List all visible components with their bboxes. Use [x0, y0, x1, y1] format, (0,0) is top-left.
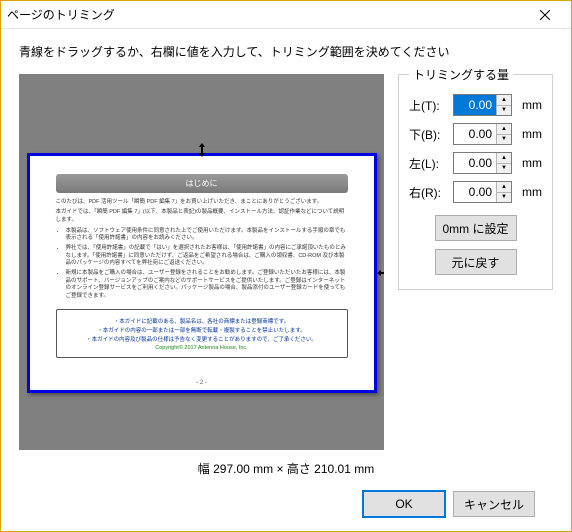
- page-bullet: 弊社では、「使用許諾書」の記載で「はい」を選択されたお客様は、「使用許諾書」の内…: [66, 245, 348, 268]
- field-row-right: 右(R): ▲ ▼ mm: [409, 181, 542, 203]
- right-spin-down[interactable]: ▼: [497, 192, 511, 203]
- cancel-button[interactable]: キャンセル: [453, 491, 535, 517]
- reset-button[interactable]: 元に戻す: [435, 249, 517, 275]
- top-spin-up[interactable]: ▲: [497, 95, 511, 105]
- bottom-input[interactable]: [454, 124, 496, 144]
- trim-amount-group: トリミングする量 上(T): ▲ ▼ mm 下(B): [398, 74, 553, 290]
- content-area: 青線をドラッグするか、右欄に値を入力して、トリミング範囲を決めてください はじめ…: [1, 29, 571, 531]
- right-spinner: ▲ ▼: [453, 181, 512, 203]
- instruction-text: 青線をドラッグするか、右欄に値を入力して、トリミング範囲を決めてください: [19, 43, 553, 60]
- field-row-left: 左(L): ▲ ▼ mm: [409, 152, 542, 174]
- page-number: - 2 -: [30, 380, 374, 386]
- left-spin-down[interactable]: ▼: [497, 163, 511, 174]
- field-row-bottom: 下(B): ▲ ▼ mm: [409, 123, 542, 145]
- ok-button[interactable]: OK: [363, 491, 445, 517]
- dialog-window: ページのトリミング 青線をドラッグするか、右欄に値を入力して、トリミング範囲を決…: [0, 0, 572, 532]
- unit-label: mm: [522, 185, 542, 199]
- unit-label: mm: [522, 98, 542, 112]
- dialog-footer: OK キャンセル: [19, 485, 553, 517]
- page-box-line: ・本ガイドに記載のある、製品名は、各社の商標または登録商標です。: [65, 317, 339, 325]
- right-input[interactable]: [454, 182, 496, 202]
- top-input[interactable]: [454, 95, 496, 115]
- top-spin-down[interactable]: ▼: [497, 105, 511, 116]
- unit-label: mm: [522, 127, 542, 141]
- trim-handle-right[interactable]: [376, 265, 385, 281]
- preview-page[interactable]: はじめに このたびは、PDF 活用ツール「瞬簡 PDF 編集 7」をお買い上げい…: [27, 153, 377, 393]
- bottom-spinner: ▲ ▼: [453, 123, 512, 145]
- right-spin-up[interactable]: ▲: [497, 182, 511, 192]
- set-zero-button[interactable]: 0mm に設定: [435, 215, 517, 241]
- page-paragraph: 本ガイドでは、「瞬簡 PDF 編集 7」(以下、本製品と表記)の製品概要、インス…: [56, 209, 348, 224]
- titlebar: ページのトリミング: [1, 1, 571, 29]
- left-label: 左(L):: [409, 155, 449, 172]
- page-copyright: Copyright© 2017 Antenna House, Inc.: [65, 345, 339, 351]
- page-bullet: 新規に本製品をご購入の場合は、ユーザー登録をされることをお勧めします。ご登録いた…: [66, 270, 348, 301]
- side-panel: トリミングする量 上(T): ▲ ▼ mm 下(B): [398, 74, 553, 450]
- left-spinner: ▲ ▼: [453, 152, 512, 174]
- window-title: ページのトリミング: [7, 6, 115, 23]
- left-input[interactable]: [454, 153, 496, 173]
- page-info-box: ・本ガイドに記載のある、製品名は、各社の商標または登録商標です。 ・本ガイドの内…: [56, 309, 348, 358]
- main-row: はじめに このたびは、PDF 活用ツール「瞬簡 PDF 編集 7」をお買い上げい…: [19, 74, 553, 450]
- page-paragraph: このたびは、PDF 活用ツール「瞬簡 PDF 編集 7」をお買い上げいただき、ま…: [56, 199, 348, 207]
- bottom-label: 下(B):: [409, 126, 449, 143]
- resize-horizontal-icon: [376, 265, 385, 281]
- field-row-top: 上(T): ▲ ▼ mm: [409, 94, 542, 116]
- close-icon: [540, 10, 550, 20]
- resize-vertical-icon: [194, 142, 210, 158]
- trim-handle-top[interactable]: [194, 142, 210, 158]
- preview-pane: はじめに このたびは、PDF 活用ツール「瞬簡 PDF 編集 7」をお買い上げい…: [19, 74, 384, 450]
- page-box-line: ・本ガイドの内容及び製品の仕様は予告なく変更することがありますので、ご了承くださ…: [65, 335, 339, 343]
- close-button[interactable]: [525, 1, 565, 28]
- right-label: 右(R):: [409, 184, 449, 201]
- page-header: はじめに: [56, 174, 348, 193]
- bottom-spin-up[interactable]: ▲: [497, 124, 511, 134]
- top-spinner: ▲ ▼: [453, 94, 512, 116]
- top-label: 上(T):: [409, 97, 449, 114]
- left-spin-up[interactable]: ▲: [497, 153, 511, 163]
- unit-label: mm: [522, 156, 542, 170]
- dimensions-text: 幅 297.00 mm × 高さ 210.01 mm: [19, 460, 553, 477]
- groupbox-title: トリミングする量: [409, 66, 513, 83]
- page-content: はじめに このたびは、PDF 活用ツール「瞬簡 PDF 編集 7」をお買い上げい…: [30, 156, 374, 368]
- page-bullet: 本製品は、ソフトウェア使用条件に同意された上でご使用いただけます。本製品をインス…: [66, 228, 348, 243]
- page-box-line: ・本ガイドの内容の一部または一部を無断で転載・複製することを禁止いたします。: [65, 326, 339, 334]
- bottom-spin-down[interactable]: ▼: [497, 134, 511, 145]
